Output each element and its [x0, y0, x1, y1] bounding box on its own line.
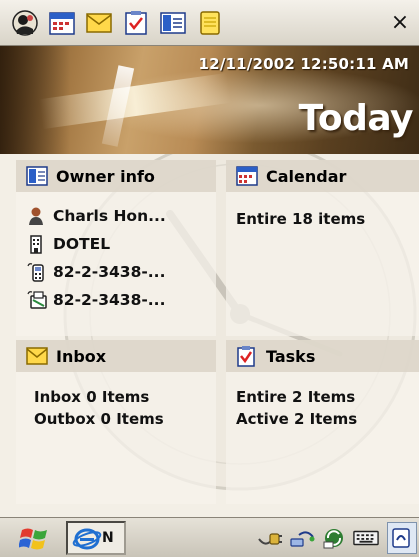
building-icon: [26, 233, 50, 255]
inbox-header[interactable]: Inbox: [16, 340, 216, 372]
owner-company: DOTEL: [53, 235, 111, 253]
contacts-card-icon: [26, 165, 50, 187]
page-title: Today: [298, 98, 414, 139]
checklist-icon: [236, 345, 260, 367]
notes-icon[interactable]: [195, 8, 225, 38]
owner-info-body: Charls Hon... DOTEL 82-2-3438-... 82-2-3…: [26, 202, 212, 314]
fax-icon: [26, 289, 50, 311]
owner-name-row[interactable]: Charls Hon...: [26, 202, 212, 230]
top-app-bar: ×: [0, 0, 419, 46]
network-icon[interactable]: [289, 525, 315, 551]
task-button-label: N: [102, 530, 114, 546]
tasks-header[interactable]: Tasks: [226, 340, 419, 372]
start-button[interactable]: [8, 523, 60, 555]
input-panel-button[interactable]: [387, 522, 417, 554]
inbox-panel[interactable]: Inbox Inbox 0 Items Outbox 0 Items: [16, 340, 216, 504]
internet-explorer-icon: [72, 528, 102, 550]
calendar-icon[interactable]: [47, 8, 77, 38]
today-icon[interactable]: [10, 8, 40, 38]
tasks-title: Tasks: [266, 346, 316, 366]
close-button[interactable]: ×: [387, 10, 413, 36]
owner-fax: 82-2-3438-...: [53, 291, 166, 309]
windows-flag-icon: [19, 528, 47, 550]
keyboard-icon[interactable]: [353, 525, 379, 551]
input-panel-icon: [392, 528, 410, 548]
sync-icon[interactable]: [321, 525, 347, 551]
system-tray: [251, 524, 379, 552]
owner-company-row[interactable]: DOTEL: [26, 230, 212, 258]
envelope-icon: [26, 345, 50, 367]
tasks-body: Entire 2 Items Active 2 Items: [236, 386, 415, 430]
calendar-summary: Entire 18 items: [236, 210, 366, 228]
today-banner: 12/11/2002 12:50:11 AM Today: [0, 46, 419, 154]
inbox-icon[interactable]: [84, 8, 114, 38]
taskbar: N: [0, 517, 419, 557]
calendar-header[interactable]: Calendar: [226, 160, 419, 192]
today-screen: × 12/11/2002 12:50:11 AM Today Owner inf…: [0, 0, 419, 557]
owner-fax-row[interactable]: 82-2-3438-...: [26, 286, 212, 314]
internet-explorer-task-button[interactable]: N: [66, 521, 126, 555]
calendar-title: Calendar: [266, 166, 347, 186]
today-content: Owner info Charls Hon... DOTEL 82-2-3438…: [0, 154, 419, 517]
owner-name: Charls Hon...: [53, 207, 166, 225]
person-icon: [26, 205, 50, 227]
owner-info-title: Owner info: [56, 166, 155, 186]
date-time[interactable]: 12/11/2002 12:50:11 AM: [199, 55, 409, 73]
contacts-icon[interactable]: [158, 8, 188, 38]
inbox-title: Inbox: [56, 346, 107, 366]
calendar-small-icon: [236, 165, 260, 187]
inbox-body: Inbox 0 Items Outbox 0 Items: [34, 386, 212, 430]
outbox-count: Outbox 0 Items: [34, 410, 164, 428]
owner-info-panel[interactable]: Owner info Charls Hon... DOTEL 82-2-3438…: [16, 160, 216, 336]
phone-icon: [26, 261, 50, 283]
tasks-active: Active 2 Items: [236, 410, 358, 428]
tasks-panel[interactable]: Tasks Entire 2 Items Active 2 Items: [226, 340, 419, 504]
inbox-count: Inbox 0 Items: [34, 388, 150, 406]
tasks-icon[interactable]: [121, 8, 151, 38]
owner-info-header[interactable]: Owner info: [16, 160, 216, 192]
owner-phone-row[interactable]: 82-2-3438-...: [26, 258, 212, 286]
owner-phone: 82-2-3438-...: [53, 263, 166, 281]
calendar-panel[interactable]: Calendar Entire 18 items: [226, 160, 419, 336]
calendar-body: Entire 18 items: [236, 208, 415, 230]
power-plug-icon[interactable]: [257, 525, 283, 551]
tasks-entire: Entire 2 Items: [236, 388, 356, 406]
